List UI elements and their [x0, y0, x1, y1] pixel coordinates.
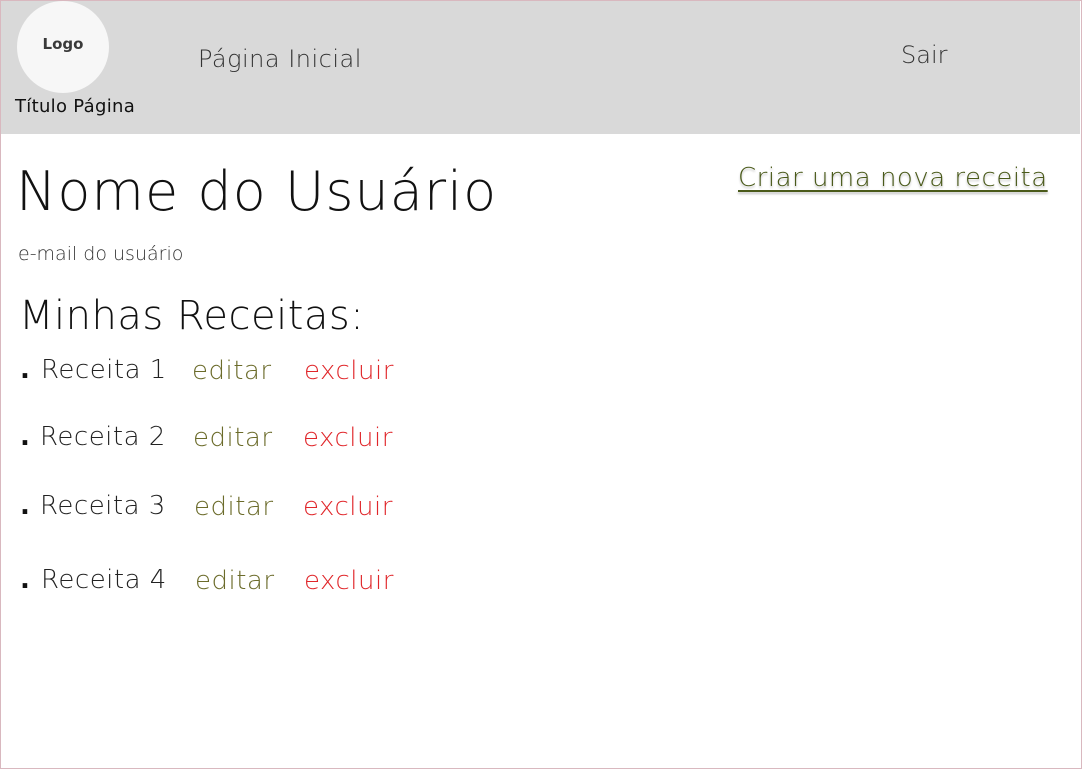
recipe-name: Receita 2	[40, 422, 166, 452]
edit-recipe-link[interactable]: editar	[193, 423, 273, 453]
my-recipes-heading: Minhas Receitas:	[19, 293, 365, 339]
recipe-name: Receita 4	[41, 565, 167, 595]
recipe-name: Receita 3	[40, 491, 166, 521]
nav-home-link[interactable]: Página Inicial	[198, 45, 362, 73]
create-recipe-link[interactable]: Criar uma nova receita	[738, 163, 1048, 193]
delete-recipe-link[interactable]: excluir	[303, 423, 393, 453]
page-title: Título Página	[15, 96, 136, 117]
edit-recipe-link[interactable]: editar	[194, 492, 274, 522]
logo[interactable]: Logo	[17, 1, 109, 93]
user-email: e-mail do usuário	[18, 243, 184, 265]
delete-recipe-link[interactable]: excluir	[304, 356, 394, 386]
recipe-bullet: .	[20, 565, 30, 595]
user-name-heading: Nome do Usuário	[16, 160, 498, 223]
logout-link[interactable]: Sair	[901, 41, 947, 69]
top-header: Logo Título Página Página Inicial Sair	[1, 1, 1080, 134]
recipe-bullet: .	[20, 355, 30, 385]
recipe-bullet: .	[20, 422, 30, 452]
recipe-name: Receita 1	[41, 355, 167, 385]
recipe-bullet: .	[20, 491, 30, 521]
edit-recipe-link[interactable]: editar	[195, 566, 275, 596]
delete-recipe-link[interactable]: excluir	[304, 566, 394, 596]
delete-recipe-link[interactable]: excluir	[303, 492, 393, 522]
logo-label: Logo	[42, 35, 84, 53]
edit-recipe-link[interactable]: editar	[192, 356, 272, 386]
